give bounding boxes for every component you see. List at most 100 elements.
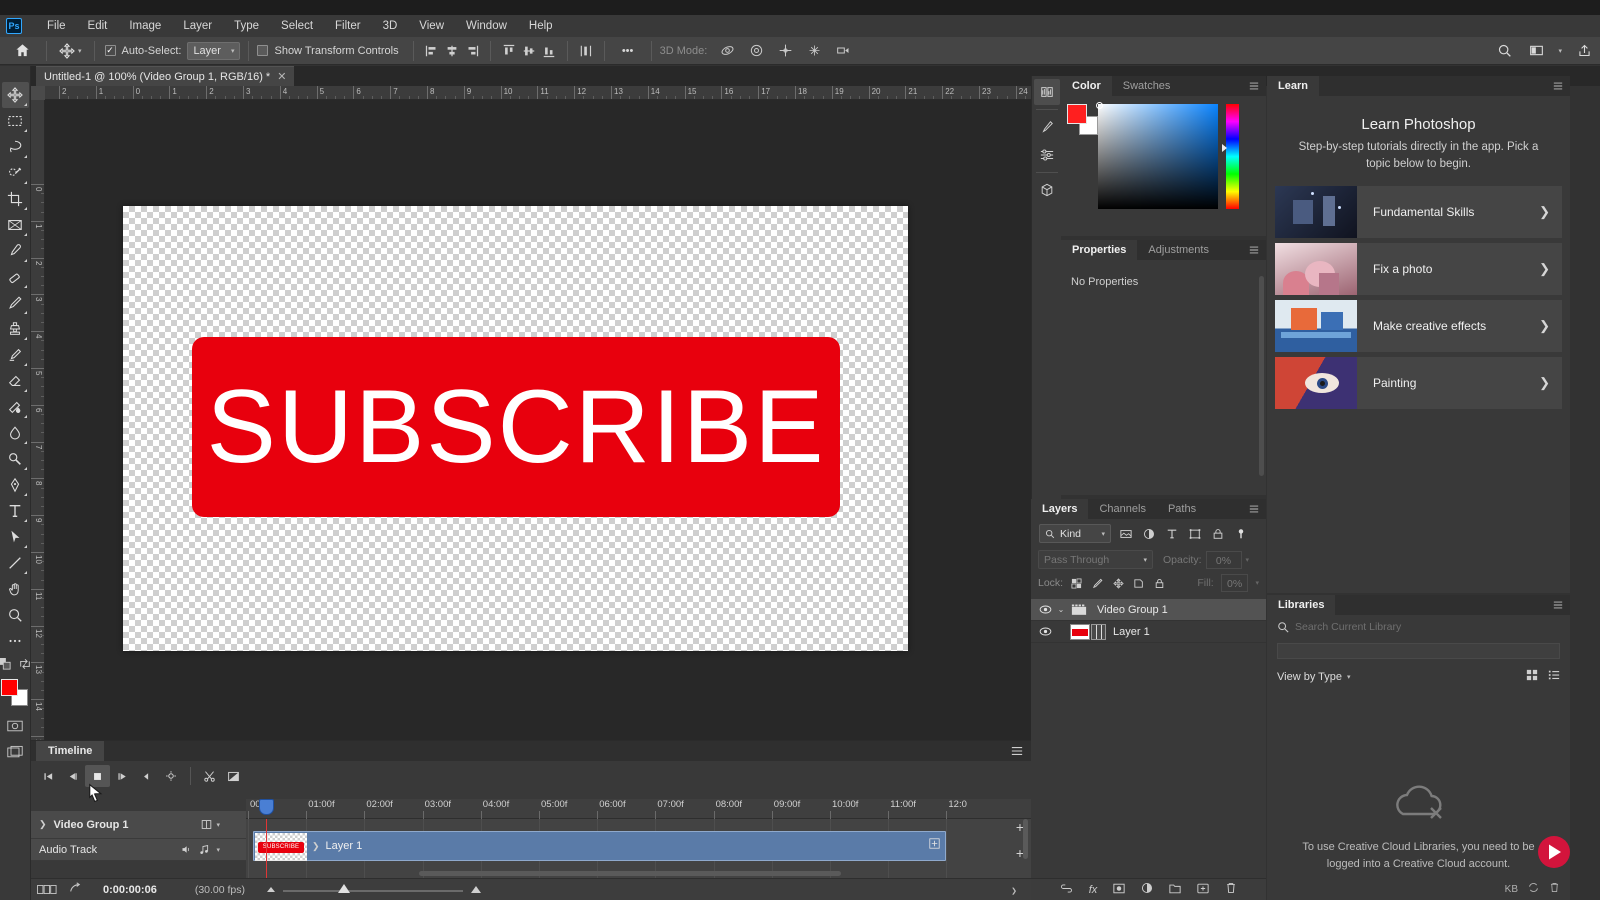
histogram-rail-icon[interactable] [1033, 79, 1060, 105]
edit-toolbar-button[interactable] [2, 628, 29, 654]
render-video-icon[interactable] [69, 882, 81, 897]
3d-roll-icon[interactable] [746, 41, 766, 61]
align-horizontal-centers-icon[interactable] [442, 41, 462, 61]
clone-stamp-tool[interactable] [2, 316, 29, 342]
color-swatches[interactable] [1, 679, 29, 707]
tool-preset-caret-icon[interactable]: ▾ [78, 47, 82, 55]
mute-audio-button[interactable] [135, 765, 160, 787]
menu-edit[interactable]: Edit [77, 15, 119, 37]
learn-item-painting[interactable]: Painting ❯ [1275, 357, 1562, 410]
timeline-resize-grip[interactable]: ❯ [1011, 884, 1017, 896]
layer-visibility-eye-icon[interactable] [1035, 604, 1055, 615]
history-brush-tool[interactable] [2, 342, 29, 368]
go-to-first-frame-button[interactable] [36, 765, 61, 787]
tab-layers[interactable]: Layers [1031, 499, 1089, 519]
lasso-tool[interactable] [2, 134, 29, 160]
convert-to-frame-animation-icon[interactable] [37, 885, 57, 894]
color-panel-menu-icon[interactable] [1249, 81, 1259, 94]
timeline-clip-layer-1[interactable]: SUBSCRIBE ❯ Layer 1 [253, 831, 946, 861]
eraser-tool[interactable] [2, 368, 29, 394]
chevron-right-icon[interactable]: ❯ [1539, 261, 1562, 277]
dodge-tool[interactable] [2, 446, 29, 472]
layer-mask-icon[interactable] [1113, 883, 1125, 897]
timecode[interactable]: 0:00:00:06 [103, 884, 157, 896]
menu-type[interactable]: Type [223, 15, 270, 37]
share-icon[interactable] [1574, 41, 1594, 61]
video-group-menu-caret-icon[interactable]: ▾ [216, 821, 220, 829]
horizontal-type-tool[interactable] [2, 498, 29, 524]
menu-window[interactable]: Window [455, 15, 518, 37]
adjustment-filter-icon[interactable] [1140, 525, 1157, 542]
menu-3d[interactable]: 3D [372, 15, 409, 37]
arrange-documents-icon[interactable] [1526, 41, 1546, 61]
learn-item-make-creative-effects[interactable]: Make creative effects ❯ [1275, 300, 1562, 353]
layer-filter-kind-dropdown[interactable]: Kind ▾ [1039, 524, 1111, 543]
menu-layer[interactable]: Layer [172, 15, 223, 37]
track-header-video-group[interactable]: ❯ Video Group 1 ▾ [31, 811, 246, 839]
align-left-edges-icon[interactable] [422, 41, 442, 61]
new-layer-icon[interactable] [1197, 883, 1209, 897]
gradient-tool[interactable] [2, 394, 29, 420]
swap-colors-icon[interactable] [19, 658, 31, 673]
link-layers-icon[interactable] [1060, 883, 1073, 897]
lock-all-icon[interactable] [1153, 575, 1167, 592]
track-header-audio[interactable]: Audio Track ▾ [31, 839, 246, 861]
menu-file[interactable]: File [36, 15, 77, 37]
type-filter-icon[interactable] [1163, 525, 1180, 542]
align-right-edges-icon[interactable] [462, 41, 482, 61]
view-by-type-dropdown[interactable]: View by Type ▾ [1277, 671, 1351, 683]
menu-select[interactable]: Select [270, 15, 324, 37]
layers-panel-menu-icon[interactable] [1249, 504, 1259, 517]
horizontal-ruler[interactable]: 2 1 0 1 2 3 4 5 6 7 8 9 10 11 12 13 14 15 16 17 18 19 20 21 22 23… [45, 86, 1031, 100]
align-top-edges-icon[interactable] [499, 41, 519, 61]
tab-libraries[interactable]: Libraries [1267, 595, 1336, 615]
audio-track-menu-caret-icon[interactable]: ▾ [216, 846, 220, 854]
3d-drag-icon[interactable] [775, 41, 795, 61]
opacity-scrubber-icon[interactable]: ▾ [1246, 556, 1250, 564]
zoom-out-timeline-icon[interactable] [267, 887, 276, 892]
document-tab[interactable]: Untitled-1 @ 100% (Video Group 1, RGB/16… [36, 66, 295, 86]
libraries-search-input[interactable]: Search Current Library [1295, 621, 1560, 633]
clip-expand-chevron-icon[interactable]: ❯ [312, 841, 320, 852]
color-panel-swatches[interactable] [1067, 104, 1098, 135]
pen-tool[interactable] [2, 472, 29, 498]
zoom-tool[interactable] [2, 602, 29, 628]
more-options-button[interactable]: ••• [613, 40, 643, 62]
active-tool-move-icon[interactable]: ▾ [55, 40, 86, 62]
hue-strip[interactable] [1222, 104, 1239, 209]
layer-expand-chevron-icon[interactable]: ⌄ [1055, 605, 1067, 614]
timeline-panel-menu-icon[interactable] [1011, 745, 1023, 757]
layer-row-layer-1[interactable]: Layer 1 [1031, 621, 1266, 643]
learn-item-fundamental-skills[interactable]: Fundamental Skills ❯ [1275, 186, 1562, 239]
lock-image-pixels-icon[interactable] [1091, 575, 1105, 592]
crop-tool[interactable] [2, 186, 29, 212]
timeline-ruler[interactable]: 00 01:00f 02:00f 03:00f 04:00f 05:00f 06:00f 07… [246, 799, 1031, 819]
zoom-in-timeline-icon[interactable] [471, 886, 482, 893]
previous-frame-button[interactable] [61, 765, 86, 787]
layer-style-icon[interactable]: fx [1089, 884, 1098, 896]
fill-value[interactable]: 0% [1220, 574, 1249, 592]
close-icon[interactable]: ✕ [277, 70, 286, 83]
opacity-value[interactable]: 0% [1205, 550, 1242, 569]
learn-item-fix-a-photo[interactable]: Fix a photo ❯ [1275, 243, 1562, 296]
home-icon[interactable] [6, 40, 38, 62]
properties-scrollbar[interactable] [1259, 276, 1264, 476]
spot-healing-brush-tool[interactable] [2, 264, 29, 290]
timeline-zoom-thumb[interactable] [338, 883, 351, 893]
default-colors-icon[interactable] [0, 658, 11, 673]
new-group-icon[interactable] [1169, 883, 1181, 897]
menu-filter[interactable]: Filter [324, 15, 372, 37]
sync-icon[interactable] [1528, 882, 1539, 896]
properties-panel-menu-icon[interactable] [1249, 245, 1259, 258]
timeline-playhead[interactable] [259, 799, 275, 878]
libraries-search-row[interactable]: Search Current Library [1267, 615, 1570, 639]
menu-view[interactable]: View [408, 15, 455, 37]
list-view-icon[interactable] [1548, 669, 1560, 684]
chevron-right-icon[interactable]: ❯ [1539, 204, 1562, 220]
libraries-selector[interactable] [1277, 643, 1560, 659]
quick-mask-button[interactable] [2, 713, 29, 739]
frame-tool[interactable] [2, 212, 29, 238]
libraries-panel-menu-icon[interactable] [1553, 600, 1563, 613]
shape-filter-icon[interactable] [1186, 525, 1203, 542]
timeline-clip-area[interactable]: SUBSCRIBE ❯ Layer 1 [246, 799, 1031, 878]
